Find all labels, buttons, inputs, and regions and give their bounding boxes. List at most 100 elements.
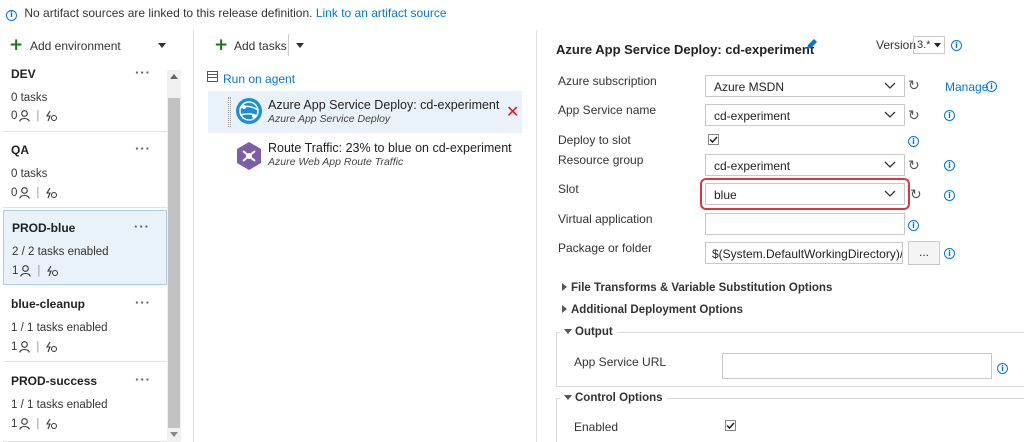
approver-count: 1 bbox=[11, 418, 18, 430]
environment-tasks: 0 tasks bbox=[11, 92, 48, 104]
collapse-icon bbox=[564, 395, 572, 400]
scroll-up-icon[interactable] bbox=[170, 74, 178, 80]
enabled-checkbox[interactable] bbox=[725, 420, 736, 431]
expand-icon bbox=[562, 283, 567, 291]
info-icon[interactable]: i bbox=[944, 160, 955, 171]
resource-group-select[interactable]: cd-experiment bbox=[705, 154, 905, 176]
agent-icon bbox=[207, 71, 218, 82]
person-icon bbox=[19, 418, 31, 430]
caret-down-icon[interactable] bbox=[158, 43, 166, 49]
app-service-value: cd-experiment bbox=[714, 109, 791, 123]
link-artifact-source[interactable]: Link to an artifact source bbox=[316, 6, 447, 20]
chevron-down-icon bbox=[884, 190, 896, 197]
run-on-agent-phase[interactable]: Run on agent bbox=[223, 72, 295, 86]
info-icon[interactable]: i bbox=[997, 363, 1008, 374]
more-options-icon[interactable]: ··· bbox=[135, 141, 151, 156]
environment-card-qa[interactable]: QA ··· 0 tasks 0 | bbox=[3, 133, 167, 208]
more-options-icon[interactable]: ··· bbox=[134, 219, 150, 234]
add-environment-button[interactable]: Add environment bbox=[30, 39, 121, 53]
scroll-down-icon[interactable] bbox=[170, 432, 178, 438]
control-options-section[interactable]: Control Options bbox=[560, 392, 667, 404]
more-options-icon[interactable]: ··· bbox=[135, 295, 151, 310]
trigger-icon bbox=[46, 110, 58, 122]
scrollbar-thumb[interactable] bbox=[168, 98, 180, 428]
browse-button[interactable]: ... bbox=[908, 241, 940, 265]
more-options-icon[interactable]: ··· bbox=[135, 65, 151, 80]
task-item-app-service-deploy[interactable]: Azure App Service Deploy: cd-experiment … bbox=[208, 91, 522, 133]
refresh-icon[interactable]: ↻ bbox=[910, 187, 922, 203]
environment-tasks: 1 / 1 tasks enabled bbox=[11, 399, 108, 411]
app-service-icon bbox=[236, 98, 262, 124]
delete-icon[interactable]: ✕ bbox=[506, 102, 519, 121]
plus-icon: + bbox=[9, 35, 24, 55]
notice-text: No artifact sources are linked to this r… bbox=[24, 6, 313, 20]
drag-handle[interactable] bbox=[228, 97, 231, 127]
info-icon[interactable]: i bbox=[908, 220, 919, 231]
environment-card-prod-blue[interactable]: PROD-blue ··· 2 / 2 tasks enabled 1 | bbox=[3, 210, 167, 285]
file-transforms-section[interactable]: File Transforms & Variable Substitution … bbox=[562, 282, 832, 294]
resource-group-value: cd-experiment bbox=[714, 159, 791, 173]
deploy-slot-label: Deploy to slot bbox=[558, 133, 631, 147]
deploy-slot-checkbox[interactable] bbox=[708, 134, 719, 145]
trigger-icon bbox=[46, 418, 58, 430]
route-traffic-icon bbox=[237, 142, 261, 170]
task-title: Azure App Service Deploy: cd-experiment bbox=[268, 98, 500, 112]
subscription-select[interactable]: Azure MSDN bbox=[705, 75, 905, 97]
environment-card-prod-success[interactable]: PROD-success ··· 1 / 1 tasks enabled 1 | bbox=[3, 364, 167, 442]
info-icon[interactable]: i bbox=[944, 248, 955, 259]
virtual-app-label: Virtual application bbox=[558, 212, 653, 226]
additional-deploy-label: Additional Deployment Options bbox=[571, 304, 743, 316]
resource-group-label: Resource group bbox=[558, 153, 644, 167]
approver-count: 1 bbox=[11, 341, 18, 353]
enabled-label: Enabled bbox=[574, 420, 619, 434]
add-tasks-button[interactable]: Add tasks bbox=[234, 39, 287, 53]
refresh-icon[interactable]: ↻ bbox=[908, 78, 920, 94]
pencil-icon[interactable] bbox=[806, 38, 818, 50]
info-icon[interactable]: i bbox=[944, 190, 955, 201]
environment-meta: 0 | bbox=[11, 110, 58, 122]
output-label: Output bbox=[575, 326, 613, 338]
version-select[interactable]: 3.* bbox=[913, 36, 945, 54]
info-icon[interactable]: i bbox=[951, 40, 962, 51]
collapse-icon bbox=[564, 329, 572, 334]
info-icon[interactable]: i bbox=[944, 110, 955, 121]
approver-count: 1 bbox=[12, 265, 19, 277]
trigger-icon bbox=[47, 265, 59, 277]
output-section[interactable]: Output bbox=[560, 326, 617, 338]
info-icon[interactable]: i bbox=[986, 81, 997, 92]
caret-down-icon[interactable] bbox=[296, 43, 304, 49]
person-icon bbox=[20, 265, 32, 277]
person-icon bbox=[19, 110, 31, 122]
slot-select[interactable]: blue bbox=[705, 183, 905, 205]
manage-link[interactable]: Manage bbox=[945, 80, 988, 94]
expand-icon bbox=[562, 305, 567, 313]
refresh-icon[interactable]: ↻ bbox=[908, 158, 920, 174]
task-item-route-traffic[interactable]: Route Traffic: 23% to blue on cd-experim… bbox=[208, 134, 522, 176]
app-service-url-input[interactable] bbox=[722, 353, 992, 379]
environment-tasks: 1 / 1 tasks enabled bbox=[11, 322, 108, 334]
panel-divider bbox=[536, 30, 537, 442]
artifact-notice: i No artifact sources are linked to this… bbox=[0, 0, 1024, 28]
info-icon[interactable]: i bbox=[908, 136, 919, 147]
package-input[interactable]: $(System.DefaultWorkingDirectory)/* bbox=[705, 242, 903, 264]
app-service-url-label: App Service URL bbox=[574, 355, 667, 369]
virtual-app-input[interactable] bbox=[705, 213, 905, 235]
environment-name: blue-cleanup bbox=[11, 297, 86, 311]
divider bbox=[288, 34, 289, 56]
slot-label: Slot bbox=[558, 182, 579, 196]
app-service-select[interactable]: cd-experiment bbox=[705, 104, 905, 126]
additional-deploy-section[interactable]: Additional Deployment Options bbox=[562, 304, 743, 316]
app-service-label: App Service name bbox=[558, 103, 657, 117]
more-options-icon[interactable]: ··· bbox=[135, 372, 151, 387]
environment-tasks: 2 / 2 tasks enabled bbox=[12, 246, 109, 258]
panel-divider bbox=[193, 30, 194, 442]
approver-count: 0 bbox=[11, 110, 18, 122]
environment-tasks: 0 tasks bbox=[11, 168, 48, 180]
environment-card-blue-cleanup[interactable]: blue-cleanup ··· 1 / 1 tasks enabled 1 | bbox=[3, 287, 167, 362]
task-subtitle: Azure Web App Route Traffic bbox=[268, 156, 404, 168]
control-options-group bbox=[556, 398, 1024, 442]
environment-card-dev[interactable]: DEV ··· 0 tasks 0 | bbox=[3, 62, 167, 132]
refresh-icon[interactable]: ↻ bbox=[908, 108, 920, 124]
chevron-down-icon bbox=[884, 161, 896, 168]
environment-meta: 1 | bbox=[12, 265, 59, 277]
